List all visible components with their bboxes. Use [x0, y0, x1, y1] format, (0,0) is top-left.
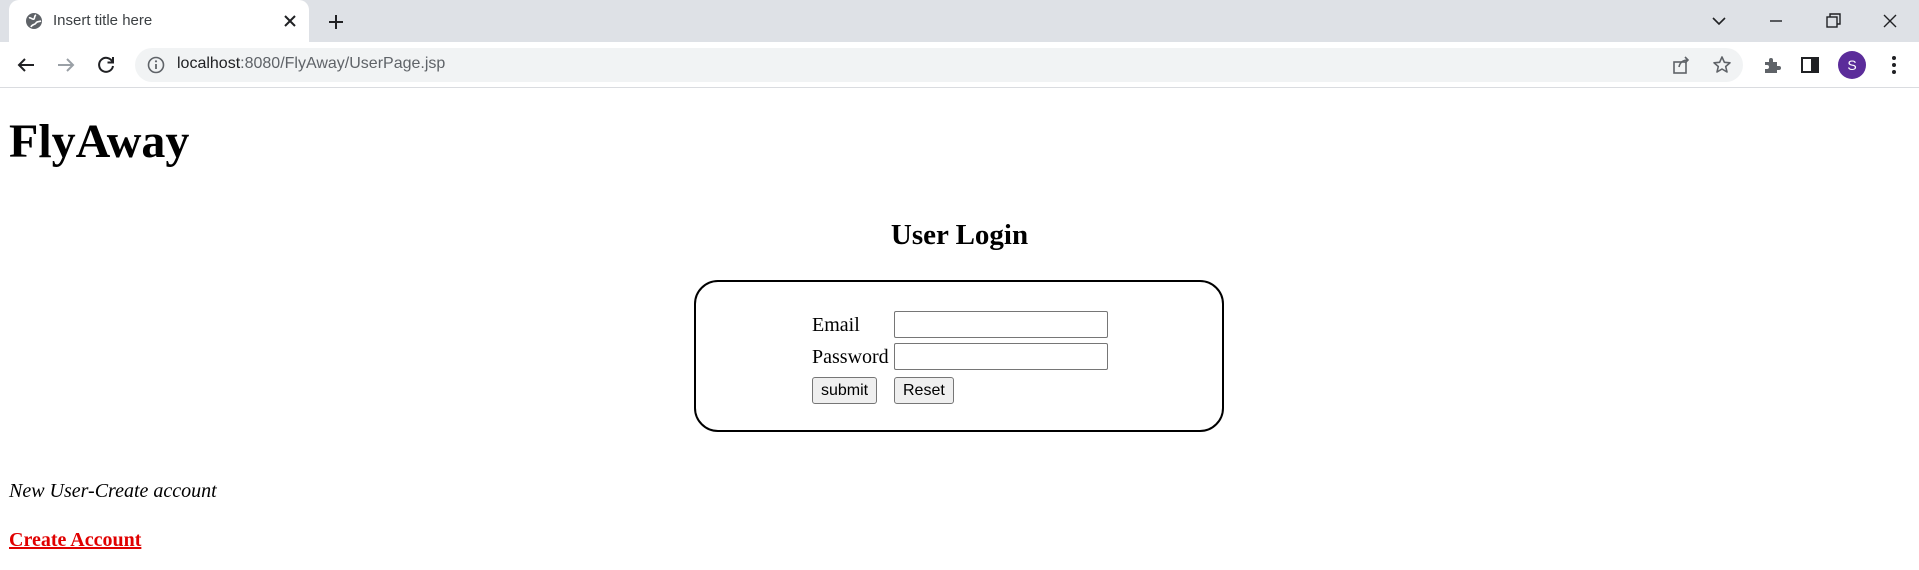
url-path: :8080/FlyAway/UserPage.jsp [240, 55, 446, 72]
forward-arrow-icon[interactable] [54, 53, 78, 77]
create-account-link[interactable]: Create Account [9, 530, 141, 550]
globe-icon [26, 13, 42, 29]
site-title: FlyAway [9, 115, 190, 168]
avatar[interactable]: S [1838, 51, 1866, 79]
password-field[interactable] [894, 343, 1108, 370]
reset-button[interactable]: Reset [894, 377, 954, 404]
minimize-icon[interactable] [1763, 8, 1789, 34]
tab-title: Insert title here [53, 12, 153, 29]
kebab-menu-icon[interactable] [1882, 53, 1906, 77]
side-panel-icon[interactable] [1798, 53, 1822, 77]
login-heading: User Login [890, 219, 1029, 251]
tab-strip: Insert title here [0, 0, 1919, 42]
address-bar[interactable]: localhost:8080/FlyAway/UserPage.jsp [135, 48, 1743, 82]
close-window-icon[interactable] [1877, 8, 1903, 34]
star-icon[interactable] [1712, 55, 1732, 75]
browser-tab[interactable]: Insert title here [9, 0, 309, 42]
email-field[interactable] [894, 311, 1108, 338]
share-icon[interactable] [1671, 55, 1691, 75]
puzzle-icon[interactable] [1760, 53, 1784, 77]
info-icon[interactable] [147, 56, 165, 74]
password-label: Password [812, 346, 889, 368]
email-label: Email [812, 314, 860, 336]
url-text: localhost:8080/FlyAway/UserPage.jsp [177, 55, 445, 73]
back-arrow-icon[interactable] [14, 53, 38, 77]
url-host: localhost [177, 55, 241, 72]
submit-button[interactable]: submit [812, 377, 878, 404]
chevron-down-icon[interactable] [1706, 8, 1732, 34]
browser-toolbar: localhost:8080/FlyAway/UserPage.jsp S [0, 42, 1919, 88]
restore-icon[interactable] [1820, 8, 1846, 34]
plus-icon[interactable] [324, 10, 348, 34]
login-form-box: Email Password submit Reset [694, 280, 1224, 432]
reload-icon[interactable] [94, 53, 118, 77]
new-user-text: New User-Create account [9, 480, 217, 502]
close-icon[interactable] [281, 12, 299, 30]
